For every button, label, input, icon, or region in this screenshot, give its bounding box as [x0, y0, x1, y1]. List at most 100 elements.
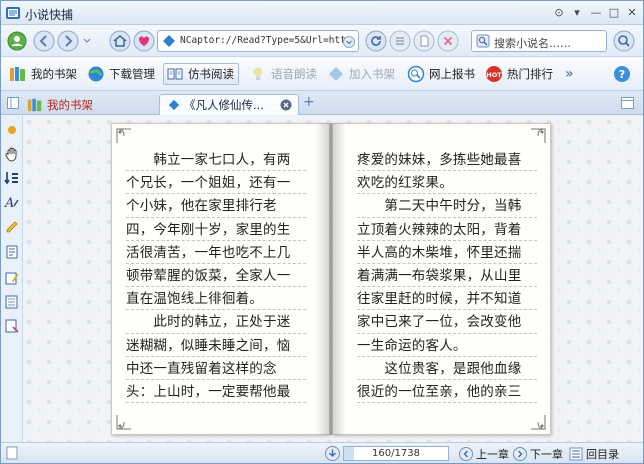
menu-icon[interactable]: ▾ — [570, 6, 584, 20]
reader-sidebar: A — [1, 116, 23, 442]
stop-button[interactable] — [437, 30, 459, 52]
add-to-shelf-label: 加入书架 — [349, 67, 395, 81]
search-button[interactable] — [613, 30, 635, 52]
text-line: 头：上山时，一定要帮他最 — [126, 380, 306, 404]
online-report-icon — [407, 65, 425, 83]
status-page-icon[interactable] — [5, 446, 19, 460]
online-report-button[interactable]: 网上报书 — [407, 63, 475, 85]
hot-ranking-label: 热门排行 — [507, 67, 553, 81]
history-dropdown-icon[interactable] — [83, 37, 91, 45]
maximize-icon[interactable]: □ — [607, 6, 621, 20]
books-icon — [10, 67, 25, 81]
previous-chapter-button[interactable]: 上一章 — [459, 446, 509, 462]
window-layout-icon[interactable] — [621, 97, 634, 109]
minimize-icon[interactable]: — — [589, 6, 603, 20]
bookshelf-label: 我的书架 — [31, 67, 77, 81]
note-edit-icon[interactable] — [4, 270, 20, 286]
text-line: 着满满一布袋浆果，从山里 — [357, 264, 537, 288]
export-page-icon[interactable] — [4, 318, 20, 334]
user-icon[interactable] — [7, 31, 27, 51]
refresh-button[interactable] — [365, 30, 387, 52]
main-toolbar: 我的书架 下载管理 仿书阅读 语音朗读 加入书架 网上报书 HOT 热门排行 »… — [1, 57, 643, 91]
globe-download-icon — [88, 66, 104, 82]
new-tab-icon[interactable]: + — [303, 95, 315, 109]
previous-icon — [459, 447, 473, 461]
page-diamond-icon — [163, 35, 175, 47]
text-line: 顿带荤腥的饭菜，全家人一 — [126, 264, 306, 288]
tab-bookshelf[interactable]: 我的书架 — [27, 94, 157, 115]
address-bar[interactable]: NCaptor://Read?Type=5&Url=http — [157, 30, 359, 52]
text-line: 迷糊糊，似睡未睡之间，恼 — [126, 334, 306, 357]
next-chapter-button[interactable]: 下一章 — [513, 446, 563, 462]
bookmark-dot-icon[interactable] — [4, 122, 20, 138]
previous-chapter-label: 上一章 — [476, 448, 509, 461]
jump-page-icon[interactable] — [325, 446, 340, 461]
text-line: 此时的韩立，正处于迷 — [126, 310, 306, 334]
svg-text:?: ? — [619, 68, 625, 81]
sidebar-toggle-icon[interactable] — [7, 97, 19, 109]
svg-text:HOT: HOT — [486, 71, 502, 79]
more-tools-button[interactable]: » — [565, 63, 574, 85]
table-of-contents-button[interactable]: 回目录 — [569, 446, 619, 462]
text-line: 欢吃的红浆果。 — [357, 171, 537, 195]
lightbulb-icon — [253, 67, 263, 80]
table-of-contents-label: 回目录 — [586, 448, 619, 461]
hand-tool-icon[interactable] — [4, 146, 20, 162]
tab-bar: 我的书架 《凡人修仙传... + — [1, 91, 643, 115]
text-line: 四，今年刚十岁，家里的生 — [126, 218, 306, 241]
skin-icon[interactable]: ⊙ — [552, 6, 566, 20]
download-manager-button[interactable]: 下载管理 — [87, 63, 155, 85]
reading-progress-bar[interactable]: 160/1738 — [343, 446, 449, 461]
page-diamond-icon — [168, 99, 180, 111]
search-icon — [476, 34, 490, 48]
address-text: NCaptor://Read?Type=5&Url=http — [180, 35, 352, 46]
help-icon[interactable]: ? — [613, 65, 631, 83]
bookshelf-button[interactable]: 我的书架 — [9, 63, 77, 85]
more-tools-label: » — [565, 66, 574, 82]
new-page-button[interactable] — [413, 30, 435, 52]
address-dropdown-icon[interactable] — [343, 36, 355, 48]
right-page[interactable]: 疼爱的妹妹，多拣些她最喜 欢吃的红浆果。 第二天中午时分，当韩 立顶着火辣辣的太… — [332, 123, 551, 435]
hot-ranking-button[interactable]: HOT 热门排行 — [485, 63, 553, 85]
corner-ornament-icon — [531, 128, 546, 143]
search-placeholder: 搜索小说名…… — [494, 37, 571, 50]
text-line: 往家里赶的时候，并不知道 — [357, 287, 537, 311]
back-button[interactable] — [33, 30, 55, 52]
text-line: 这位贵客，是跟他血缘 — [357, 357, 537, 380]
list-button[interactable] — [389, 30, 411, 52]
notes-list-icon[interactable] — [4, 294, 20, 310]
title-bar: 小说快捕 ⊙ ▾ — □ ✕ — [1, 1, 643, 25]
page-settings-icon[interactable] — [4, 244, 20, 260]
sort-down-icon[interactable] — [4, 170, 20, 186]
forward-button[interactable] — [57, 30, 79, 52]
home-button[interactable] — [109, 30, 131, 52]
font-style-icon[interactable]: A — [4, 194, 20, 210]
open-book: 韩立一家七口人，有两 个兄长，一个姐姐，还有一 个小妹，他在家里排行老 四，今年… — [111, 123, 551, 435]
reading-area: 韩立一家七口人，有两 个兄长，一个姐姐，还有一 个小妹，他在家里排行老 四，今年… — [23, 116, 643, 442]
next-chapter-label: 下一章 — [530, 448, 563, 461]
reading-progress-text: 160/1738 — [372, 448, 420, 459]
corner-ornament-icon — [116, 128, 131, 143]
highlight-icon[interactable] — [4, 218, 20, 234]
text-line: 第二天中午时分，当韩 — [357, 194, 537, 218]
right-page-text: 疼爱的妹妹，多拣些她最喜 欢吃的红浆果。 第二天中午时分，当韩 立顶着火辣辣的太… — [357, 148, 537, 404]
text-line: 半人高的木柴堆，怀里还揣 — [357, 241, 537, 264]
favorite-button[interactable] — [133, 30, 155, 52]
close-tab-icon[interactable] — [280, 99, 292, 111]
book-reader-button[interactable]: 仿书阅读 — [163, 63, 239, 85]
text-line: 活很清苦，一年也吃不上几 — [126, 241, 306, 264]
close-icon[interactable]: ✕ — [625, 6, 639, 20]
app-window: 小说快捕 ⊙ ▾ — □ ✕ NCaptor://Read?Type=5&Url… — [0, 0, 644, 464]
corner-ornament-icon — [116, 415, 131, 430]
download-manager-label: 下载管理 — [109, 67, 155, 81]
search-input[interactable]: 搜索小说名…… — [471, 30, 607, 52]
add-shelf-icon — [329, 67, 343, 81]
navigation-bar: NCaptor://Read?Type=5&Url=http 搜索小说名…… — [1, 25, 643, 57]
left-page[interactable]: 韩立一家七口人，有两 个兄长，一个姐姐，还有一 个小妹，他在家里排行老 四，今年… — [111, 123, 330, 435]
text-line: 很近的一位至亲，他的亲三 — [357, 380, 537, 404]
tab-current-book[interactable]: 《凡人修仙传... — [159, 94, 299, 115]
tab-current-book-label: 《凡人修仙传... — [184, 98, 264, 112]
voice-reading-button[interactable]: 语音朗读 — [249, 63, 317, 85]
text-line: 中还一直残留着这样的念 — [126, 357, 306, 380]
add-to-shelf-button[interactable]: 加入书架 — [327, 63, 395, 85]
